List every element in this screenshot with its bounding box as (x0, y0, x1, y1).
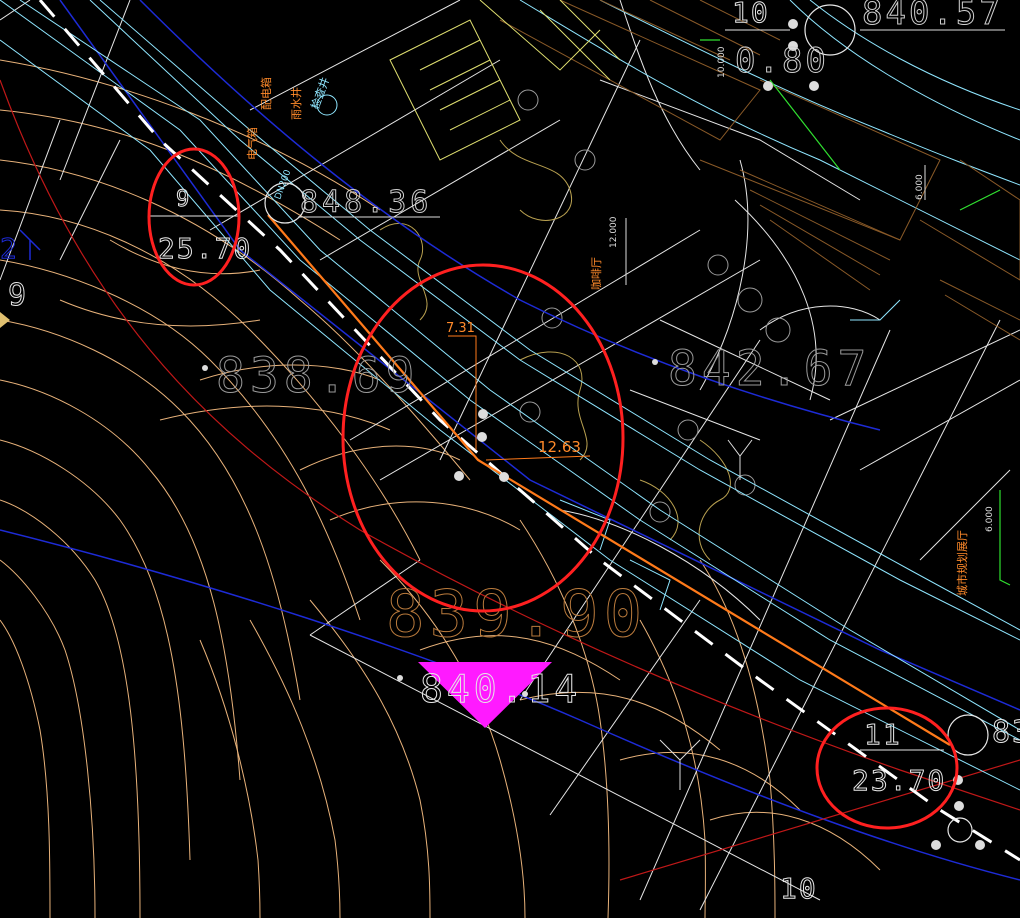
station-right-edge: 83 (992, 715, 1020, 750)
station-bottom-number: 10 (780, 872, 818, 905)
svg-text:雨水井: 雨水井 (289, 87, 303, 120)
room-label-planning-hall: 城市规划展厅 (955, 530, 969, 596)
elev-left-mid: 838.69 (216, 348, 419, 404)
v-dim-2: 6.000 (915, 174, 925, 200)
v-dim-1: 12.000 (609, 216, 619, 248)
elev-center: 842.67 (668, 341, 871, 397)
svg-text:配电箱: 配电箱 (259, 77, 273, 110)
pipe-dim-a: 7.31 (446, 321, 475, 336)
elev-triangle: 840.14 (420, 667, 581, 711)
elev-top-right: 840.57 (862, 0, 1003, 33)
cad-drawing-canvas[interactable]: 电气箱 配电箱 雨水井 检查井 DN200 840.57 0.80 848.36… (0, 0, 1020, 918)
room-label-cafe: 咖啡厅 (589, 257, 603, 290)
left-edge-2: 2 (0, 232, 17, 265)
left-edge-9: 9 (8, 278, 26, 313)
elev-large-center: 839.90 (386, 578, 647, 652)
cad-site-plan: 电气箱 配电箱 雨水井 检查井 DN200 840.57 0.80 848.36… (0, 0, 1020, 918)
station-left-top: 9 (176, 187, 189, 212)
svg-text:电气箱: 电气箱 (245, 127, 259, 160)
v-dim-3: 6.000 (985, 506, 995, 532)
station-right-bottom: 23.70 (852, 764, 946, 797)
station-top-number: 10 (732, 0, 770, 29)
v-dim-4: 10.000 (717, 46, 727, 78)
station-right-top: 11 (864, 718, 902, 751)
elev-road-left: 848.36 (300, 185, 432, 220)
elev-top-right-partial: 0.80 (735, 41, 829, 81)
pipe-dim-b: 12.63 (538, 438, 581, 456)
